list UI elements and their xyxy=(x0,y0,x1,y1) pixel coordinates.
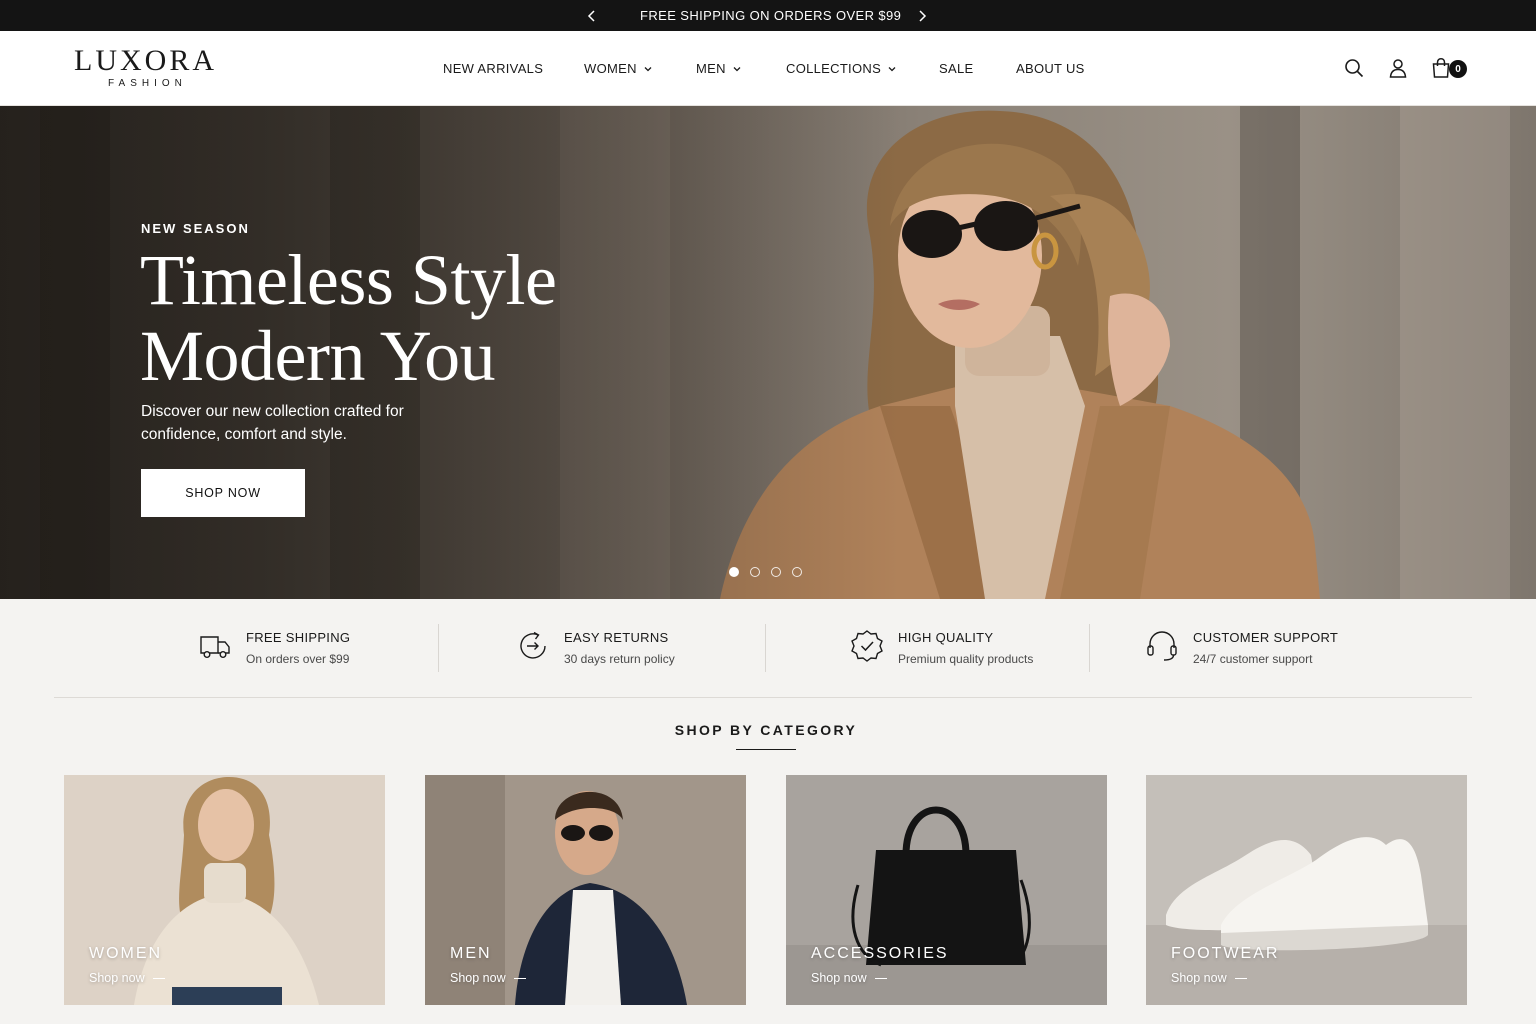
category-card-men[interactable]: MEN Shop now xyxy=(425,775,746,1005)
category-name: MEN xyxy=(450,945,492,962)
chevron-left-icon[interactable] xyxy=(584,8,600,24)
shop-now-label: Shop now xyxy=(89,971,145,985)
feature-free-shipping: FREE SHIPPING On orders over $99 xyxy=(198,625,350,675)
category-name: WOMEN xyxy=(89,945,163,962)
dash-icon xyxy=(152,977,165,979)
slider-dots xyxy=(729,567,802,577)
feature-title: HIGH QUALITY xyxy=(898,630,994,645)
chevron-down-icon xyxy=(644,66,652,71)
hero-headline-line1: Timeless Style xyxy=(140,240,557,320)
site-header: LUXORA FASHION NEW ARRIVALS WOMEN MEN CO… xyxy=(0,31,1536,106)
quality-badge-icon xyxy=(851,630,883,662)
nav-item-new-arrivals[interactable]: NEW ARRIVALS xyxy=(443,61,543,76)
feature-subtitle: 24/7 customer support xyxy=(1193,652,1313,666)
hero-banner: NEW SEASON Timeless Style Modern You Dis… xyxy=(0,106,1536,599)
shop-now-link[interactable]: Shop now xyxy=(1171,971,1247,985)
category-card-accessories[interactable]: ACCESSORIES Shop now xyxy=(786,775,1107,1005)
nav-label: NEW ARRIVALS xyxy=(443,61,544,76)
chevron-right-icon[interactable] xyxy=(914,8,930,24)
hero-description: Discover our new collection crafted for … xyxy=(141,403,404,443)
shop-now-label: Shop now xyxy=(1171,971,1227,985)
divider xyxy=(765,624,766,672)
nav-label: MEN xyxy=(696,61,726,76)
hero-headline: Timeless Style Modern You xyxy=(140,240,557,396)
headset-icon xyxy=(1147,631,1177,661)
section-divider xyxy=(54,697,1472,698)
search-icon[interactable] xyxy=(1343,57,1365,79)
feature-title: EASY RETURNS xyxy=(564,630,669,645)
category-name: ACCESSORIES xyxy=(811,945,949,962)
brand-logo[interactable]: LUXORA FASHION xyxy=(74,45,224,95)
chevron-down-icon xyxy=(733,66,741,71)
feature-subtitle: 30 days return policy xyxy=(564,652,675,666)
dash-icon xyxy=(874,977,887,979)
divider xyxy=(438,624,439,672)
dash-icon xyxy=(513,977,526,979)
category-name: FOOTWEAR xyxy=(1171,945,1280,962)
slider-dot-2[interactable] xyxy=(750,567,760,577)
title-underline xyxy=(736,749,796,750)
hero-headline-line2: Modern You xyxy=(140,316,496,396)
shop-now-label: Shop now xyxy=(450,971,506,985)
nav-label: COLLECTIONS xyxy=(786,61,882,76)
features-strip: FREE SHIPPING On orders over $99 EASY RE… xyxy=(0,599,1536,697)
dash-icon xyxy=(1234,977,1247,979)
shop-now-link[interactable]: Shop now xyxy=(89,971,165,985)
brand-name: LUXORA xyxy=(74,44,217,77)
feature-subtitle: On orders over $99 xyxy=(246,652,350,666)
section-title: SHOP BY CATEGORY xyxy=(674,722,858,738)
shop-now-link[interactable]: Shop now xyxy=(811,971,887,985)
nav-label: WOMEN xyxy=(584,61,637,76)
cart-count-badge: 0 xyxy=(1449,60,1467,78)
truck-icon xyxy=(200,636,230,659)
slider-dot-1[interactable] xyxy=(729,567,739,577)
return-arrow-icon xyxy=(520,631,546,659)
user-icon[interactable] xyxy=(1387,57,1409,79)
shop-now-label: Shop now xyxy=(811,971,867,985)
nav-item-women[interactable]: WOMEN xyxy=(584,61,653,76)
announcement-text: FREE SHIPPING ON ORDERS OVER $99 xyxy=(640,8,902,23)
category-card-footwear[interactable]: FOOTWEAR Shop now xyxy=(1146,775,1467,1005)
feature-title: CUSTOMER SUPPORT xyxy=(1193,630,1339,645)
nav-label: SALE xyxy=(939,61,974,76)
announcement-bar: FREE SHIPPING ON ORDERS OVER $99 xyxy=(0,0,1536,31)
feature-high-quality: HIGH QUALITY Premium quality products xyxy=(850,625,1033,675)
hero-eyebrow: NEW SEASON xyxy=(141,221,250,236)
feature-customer-support: CUSTOMER SUPPORT 24/7 customer support xyxy=(1145,625,1338,675)
nav-item-men[interactable]: MEN xyxy=(696,61,742,76)
brand-tagline: FASHION xyxy=(108,78,187,89)
shop-now-link[interactable]: Shop now xyxy=(450,971,526,985)
feature-subtitle: Premium quality products xyxy=(898,652,1034,666)
feature-easy-returns: EASY RETURNS 30 days return policy xyxy=(516,625,675,675)
nav-item-collections[interactable]: COLLECTIONS xyxy=(786,61,897,76)
nav-label: ABOUT US xyxy=(1016,61,1085,76)
slider-dot-4[interactable] xyxy=(792,567,802,577)
divider xyxy=(1089,624,1090,672)
nav-item-about-us[interactable]: ABOUT US xyxy=(1016,61,1085,76)
chevron-down-icon xyxy=(888,66,896,71)
background-pillar xyxy=(1400,106,1510,599)
shop-now-button[interactable]: SHOP NOW xyxy=(141,469,305,517)
category-card-women[interactable]: WOMEN Shop now xyxy=(64,775,385,1005)
feature-title: FREE SHIPPING xyxy=(246,630,351,645)
slider-dot-3[interactable] xyxy=(771,567,781,577)
nav-item-sale[interactable]: SALE xyxy=(939,61,973,76)
